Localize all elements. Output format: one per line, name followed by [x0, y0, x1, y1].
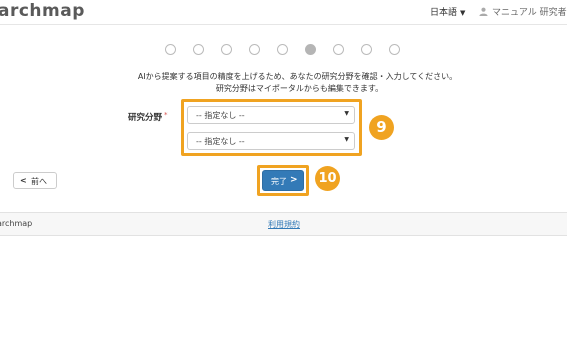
research-field-select-1[interactable]: -- 指定なし -- ▼: [187, 106, 355, 124]
research-field-label: 研究分野 *: [128, 111, 168, 123]
annotation-badge-9: 9: [369, 115, 394, 140]
instruction-subtext: 研究分野はマイポータルからも編集できます。: [215, 84, 384, 93]
user-menu[interactable]: マニュアル 研究者: [479, 5, 567, 18]
terms-link[interactable]: 利用規約: [268, 219, 300, 230]
dropdown-arrow-icon: ▼: [344, 136, 349, 143]
step-dot: [361, 44, 372, 55]
step-dot: [277, 44, 288, 55]
field-label-text: 研究分野: [128, 113, 163, 123]
done-button-label: 完了: [271, 177, 287, 186]
user-icon: [479, 7, 488, 16]
step-dot-current: [305, 44, 316, 55]
language-label: 日本語: [430, 8, 458, 18]
app-logo[interactable]: archmap: [0, 1, 85, 21]
step-dot: [193, 44, 204, 55]
chevron-left-icon: <: [20, 176, 27, 185]
caret-down-icon: ▼: [460, 9, 466, 17]
done-button[interactable]: 完了 >: [262, 170, 304, 191]
research-field-select-2[interactable]: -- 指定なし -- ▼: [187, 132, 355, 150]
dropdown-arrow-icon: ▼: [344, 110, 349, 117]
page-footer: archmap 利用規約: [0, 212, 567, 236]
select-value: -- 指定なし --: [196, 111, 245, 120]
footer-brand: archmap: [0, 219, 33, 228]
step-dot: [333, 44, 344, 55]
top-header: archmap 日本語 ▼ マニュアル 研究者: [0, 0, 567, 25]
required-mark: *: [164, 111, 168, 119]
step-dot: [389, 44, 400, 55]
user-name: マニュアル 研究者: [492, 8, 567, 18]
step-dot: [249, 44, 260, 55]
language-selector[interactable]: 日本語 ▼: [430, 5, 465, 18]
step-dot: [221, 44, 232, 55]
annotation-badge-10: 10: [315, 166, 340, 191]
chevron-right-icon: >: [290, 175, 298, 185]
back-button[interactable]: < 前へ: [13, 172, 57, 189]
instruction-text: AIから提案する項目の精度を上げるため、あなたの研究分野を確認・入力してください…: [137, 72, 458, 81]
step-dot: [165, 44, 176, 55]
back-button-label: 前へ: [31, 177, 47, 186]
select-value: -- 指定なし --: [196, 137, 245, 146]
